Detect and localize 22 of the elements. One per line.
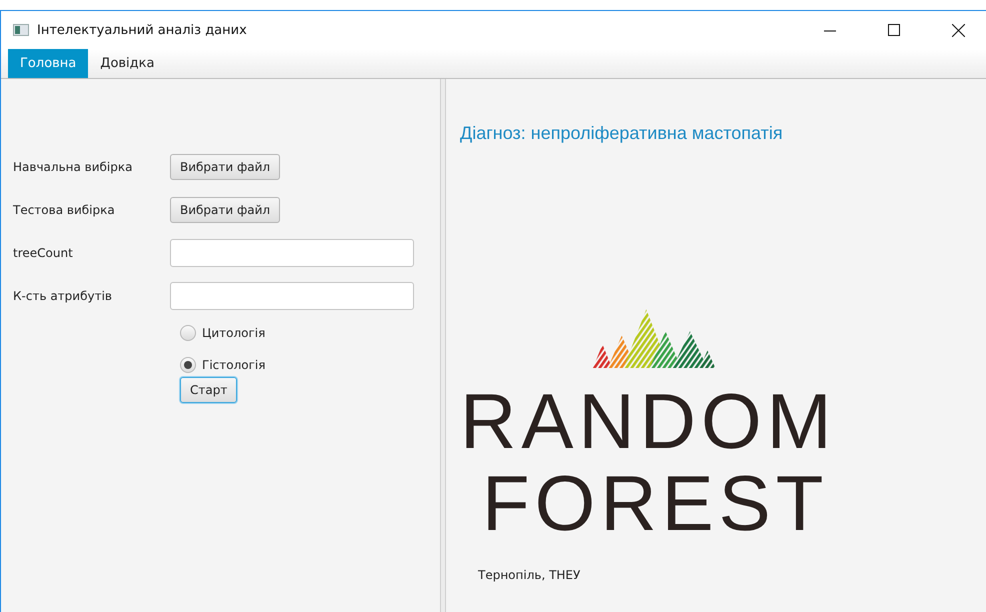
radio-label[interactable]: Цитологія [202, 326, 266, 340]
field-label: К-сть атрибутів [13, 288, 113, 302]
radio-button[interactable] [180, 357, 196, 373]
logo-text: FOREST [482, 462, 828, 544]
start-button[interactable]: Старт [180, 377, 238, 403]
app-icon [13, 24, 29, 36]
input-field[interactable] [170, 282, 414, 310]
maximize-icon[interactable] [888, 24, 900, 36]
close-icon[interactable] [952, 24, 964, 36]
choose-file-button[interactable]: Вибрати файл [170, 154, 280, 180]
menu-item[interactable]: Довідка [88, 49, 166, 78]
logo-text: RANDOM [460, 380, 837, 462]
field-label: Навчальна вибірка [13, 160, 134, 174]
field-label: Тестова вибірка [13, 202, 116, 216]
footer-text: Тернопіль, ТНЕУ [478, 568, 582, 582]
diagnosis-text: Діагноз: непроліферативна мастопатія [460, 123, 784, 144]
input-field[interactable] [170, 238, 414, 266]
choose-file-button[interactable]: Вибрати файл [170, 196, 280, 222]
radio-label[interactable]: Гістологія [202, 358, 266, 372]
field-label: treeCount [13, 246, 74, 260]
radio-button[interactable] [180, 325, 196, 341]
window-title: Інтелектуальний аналіз даних [37, 22, 248, 38]
